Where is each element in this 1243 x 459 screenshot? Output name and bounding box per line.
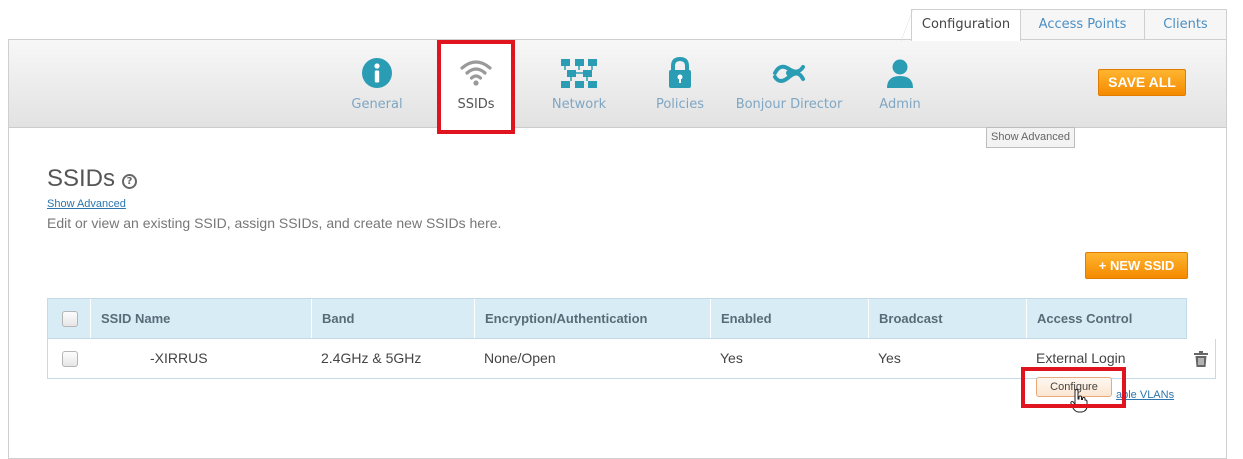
cell-encryption: None/Open (484, 350, 556, 366)
nav-general-label: General (351, 97, 403, 112)
new-ssid-button[interactable]: + NEW SSID (1085, 252, 1188, 279)
show-advanced-link[interactable]: Show Advanced (47, 198, 126, 210)
column-access-control[interactable]: Access Control (1026, 299, 1186, 338)
network-icon (561, 59, 597, 88)
row-checkbox[interactable] (62, 351, 78, 367)
nav-policies[interactable]: Policies (640, 40, 720, 128)
cell-band: 2.4GHz & 5GHz (321, 350, 422, 366)
nav-policies-label: Policies (655, 97, 705, 112)
nav-general[interactable]: General (337, 40, 417, 128)
tab-configuration[interactable]: Configuration (901, 9, 1021, 41)
nav-network[interactable]: Network (539, 40, 619, 128)
page-title: SSIDs (47, 165, 116, 192)
configure-highlight-box (1021, 367, 1126, 408)
trash-icon[interactable] (1194, 351, 1208, 367)
column-encryption[interactable]: Encryption/Authentication (474, 299, 709, 338)
cell-enabled: Yes (720, 350, 743, 366)
user-icon (887, 59, 913, 88)
nav-bar: General SSIDs Network Policies Bonjour D… (9, 40, 1226, 128)
tab-clients[interactable]: Clients (1144, 9, 1227, 40)
nav-bonjour-director-label: Bonjour Director (735, 97, 843, 112)
lock-icon (669, 56, 691, 88)
nav-network-label: Network (551, 97, 607, 112)
cell-broadcast: Yes (878, 350, 901, 366)
column-ssid-name[interactable]: SSID Name (90, 299, 310, 338)
info-icon (362, 58, 392, 88)
column-broadcast[interactable]: Broadcast (868, 299, 1025, 338)
save-all-button[interactable]: SAVE ALL (1098, 69, 1186, 96)
ssids-highlight-box (437, 40, 515, 134)
nav-admin-label: Admin (879, 97, 921, 112)
column-band[interactable]: Band (311, 299, 473, 338)
table-header: SSID Name Band Encryption/Authentication… (47, 298, 1187, 339)
show-advanced-button[interactable]: Show Advanced (986, 127, 1075, 148)
tab-access-points[interactable]: Access Points (1020, 9, 1145, 40)
column-enabled[interactable]: Enabled (710, 299, 867, 338)
select-all-checkbox[interactable] (62, 311, 78, 327)
help-icon[interactable]: ? (122, 174, 137, 189)
cell-ssid-name: -XIRRUS (150, 350, 208, 366)
page-description: Edit or view an existing SSID, assign SS… (47, 215, 502, 231)
bonjour-icon (773, 64, 805, 83)
nav-bonjour-director[interactable]: Bonjour Director (734, 40, 844, 128)
nav-admin[interactable]: Admin (860, 40, 940, 128)
